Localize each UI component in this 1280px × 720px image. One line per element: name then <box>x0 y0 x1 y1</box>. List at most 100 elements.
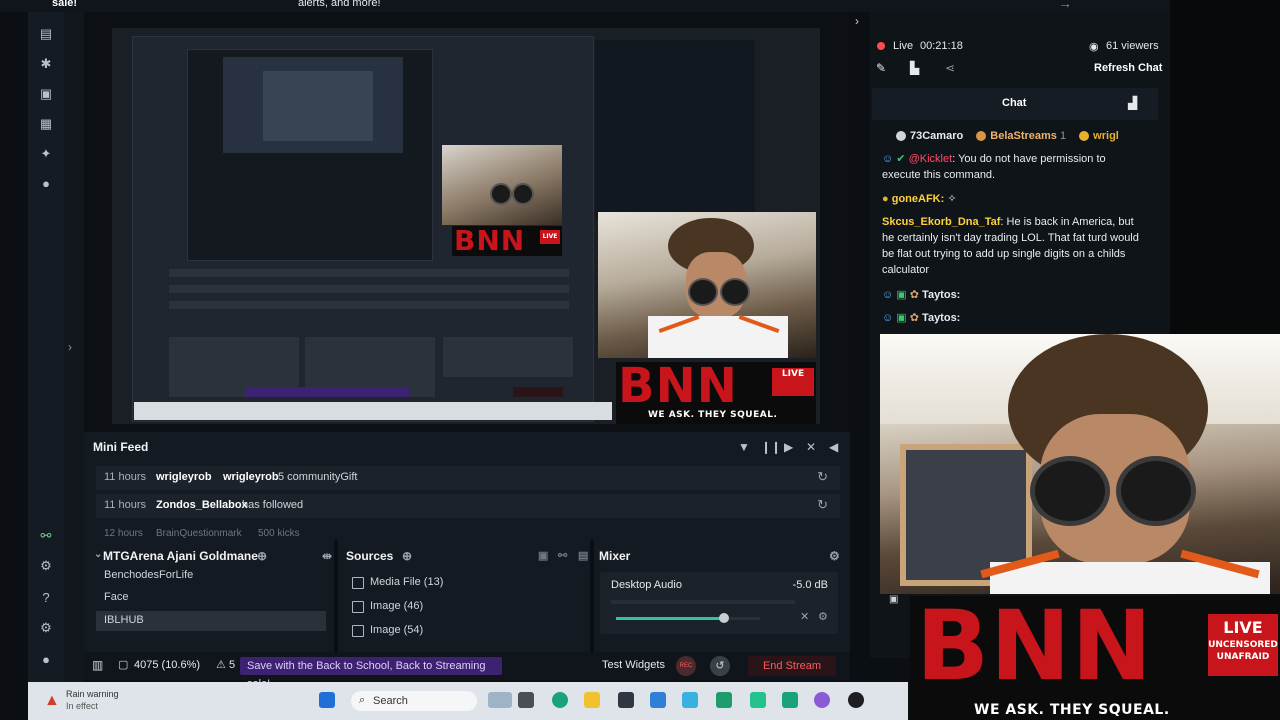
themes-icon[interactable]: ✱ <box>38 56 54 72</box>
settings-gear-icon[interactable]: ⚙ <box>38 558 54 574</box>
editor-icon[interactable]: ▤ <box>38 26 54 42</box>
popout-icon[interactable]: ▙ <box>910 61 919 75</box>
scene-label: BenchodesForLife <box>104 569 194 581</box>
end-stream-button[interactable]: End Stream <box>748 656 836 676</box>
feed-row: 11 hours wrigleyrob wrigleyrob 5 communi… <box>96 466 840 490</box>
chat-message: ☺ ▣ ✿ Taytos: <box>882 287 1146 303</box>
replay-buffer-icon[interactable]: ↺ <box>710 656 730 676</box>
replay-icon[interactable]: ↻ <box>817 497 828 513</box>
store-icon[interactable]: ▣ <box>38 86 54 102</box>
bot-icon: ☺ <box>882 312 894 324</box>
volume-knob[interactable] <box>719 613 729 623</box>
sale-promo-button[interactable]: Save with the Back to School, Back to St… <box>240 657 502 690</box>
collapse-rail: › <box>64 12 84 682</box>
nested-webcam <box>442 145 562 225</box>
scene-item-active[interactable]: IBLHUB <box>96 611 326 631</box>
weather-warning-icon[interactable]: ▲ <box>44 692 60 710</box>
refresh-chat-button[interactable]: Refresh Chat <box>1094 62 1162 74</box>
pause-icon[interactable]: ❙❙ <box>761 440 781 454</box>
scene-item[interactable]: Face <box>96 588 326 608</box>
chat-top-chatters: 73Camaro BelaStreams 1 wrigl <box>882 128 1146 144</box>
live-status: Live <box>893 40 914 52</box>
add-scene-icon[interactable]: ⊕ <box>257 549 267 563</box>
verified-badge-icon: ✔ <box>896 153 906 165</box>
bnn-logo-overlay: BNN LIVE UNCENSORED UNAFRAID WE ASK. THE… <box>910 596 1280 720</box>
chat-username[interactable]: Taytos: <box>922 289 960 301</box>
source-item[interactable]: Image (46) <box>346 596 582 618</box>
add-source-icon[interactable]: ⊕ <box>402 549 412 563</box>
lock-icon[interactable]: ▤ <box>578 549 588 562</box>
collapse-icon[interactable]: ⇹ <box>322 549 332 563</box>
bot-icon: ☺ <box>882 289 894 301</box>
nested-feed-row <box>169 301 569 309</box>
alert-icon[interactable]: ⚠ <box>216 658 226 671</box>
source-label: Image (46) <box>370 600 424 612</box>
scene-item[interactable]: BenchodesForLife <box>96 566 326 586</box>
filter-icon[interactable]: ▼ <box>738 440 750 454</box>
gear-icon[interactable]: ⚙ <box>38 620 54 636</box>
mixer-settings-icon[interactable]: ⚙ <box>829 549 840 563</box>
app-icon[interactable] <box>782 692 798 708</box>
channel-settings-icon[interactable]: ⚙ <box>818 610 828 623</box>
windows-start-icon[interactable] <box>319 692 335 708</box>
chat-username[interactable]: Taytos: <box>922 312 960 324</box>
app-icon[interactable] <box>716 692 732 708</box>
task-view-icon[interactable] <box>518 692 534 708</box>
chat-username[interactable]: goneAFK: <box>892 193 945 205</box>
record-button[interactable]: REC <box>676 656 696 676</box>
taskbar-search[interactable]: ⌕ Search <box>351 691 477 711</box>
weather-title[interactable]: Rain warning <box>66 689 119 699</box>
edge-icon[interactable] <box>552 692 568 708</box>
share-icon[interactable]: ⋖ <box>945 61 955 75</box>
bnn-live-label: LIVE <box>1223 618 1263 637</box>
chat-username[interactable]: Skcus_Ekorb_Dna_Taf <box>882 216 1000 228</box>
test-widgets-button[interactable]: Test Widgets <box>602 659 665 671</box>
link-icon[interactable]: ⚯ <box>558 549 567 562</box>
edit-icon[interactable]: ✎ <box>876 61 886 75</box>
top-alerts-text: alerts, and more! <box>298 0 381 9</box>
file-explorer-icon[interactable] <box>584 692 600 708</box>
replay-icon[interactable]: ↻ <box>817 469 828 485</box>
image-icon <box>352 625 364 637</box>
folder-icon[interactable]: ▣ <box>538 549 548 562</box>
arrow-right-icon[interactable]: → <box>1058 0 1072 11</box>
skip-icon[interactable]: ▶ <box>784 440 793 454</box>
media-player-icon[interactable] <box>848 692 864 708</box>
mute-icon[interactable]: ✕ <box>800 610 809 623</box>
highlighter-icon[interactable]: ✦ <box>38 146 54 162</box>
chat-username[interactable]: @Kicklet <box>909 153 953 165</box>
scene-collection-title[interactable]: MTGArena Ajani Goldmane <box>103 549 258 563</box>
chevron-down-icon[interactable]: ⌄ <box>94 549 102 560</box>
volume-icon[interactable]: ◀ <box>829 440 838 454</box>
search-icon: ⌕ <box>359 694 366 706</box>
chevron-right-icon[interactable]: › <box>68 340 72 354</box>
rank-badge-icon <box>896 131 906 142</box>
streamlabs-icon[interactable] <box>750 692 766 708</box>
help-icon[interactable]: ? <box>38 590 54 606</box>
source-item[interactable]: Image (54) <box>346 620 582 642</box>
chat-users-icon[interactable]: ▟ <box>1128 96 1137 110</box>
feed-message: 500 kicks <box>258 528 300 538</box>
app-icon[interactable] <box>650 692 666 708</box>
lock-icon[interactable]: ▣ <box>889 594 898 605</box>
stats-icon[interactable]: ▥ <box>92 658 103 672</box>
volume-slider[interactable] <box>616 613 760 623</box>
mute-alerts-icon[interactable]: ✕ <box>806 440 816 454</box>
feed-time: 12 hours <box>104 528 143 538</box>
app-icon[interactable] <box>618 692 634 708</box>
layout-icon[interactable]: ▦ <box>38 116 54 132</box>
top-promo-text[interactable]: sale! <box>52 0 77 9</box>
discord-icon[interactable] <box>814 692 830 708</box>
link-icon[interactable]: ⚯ <box>38 528 54 544</box>
bnn-logo-small: BNN LIVE <box>452 226 562 256</box>
viewer-count: 61 viewers <box>1106 40 1159 52</box>
app-icon[interactable] <box>682 692 698 708</box>
record-icon[interactable]: ● <box>38 176 54 192</box>
nested-preview-inner <box>263 71 373 141</box>
bnn-logo-preview: BNN LIVE WE ASK. THEY SQUEAL. <box>616 362 816 424</box>
chevron-right-icon[interactable]: › <box>855 14 859 28</box>
source-item[interactable]: Media File (13) <box>346 572 582 594</box>
preview-webcam <box>598 212 816 358</box>
widget-icon[interactable] <box>488 692 512 708</box>
profile-icon[interactable]: ● <box>38 652 54 668</box>
